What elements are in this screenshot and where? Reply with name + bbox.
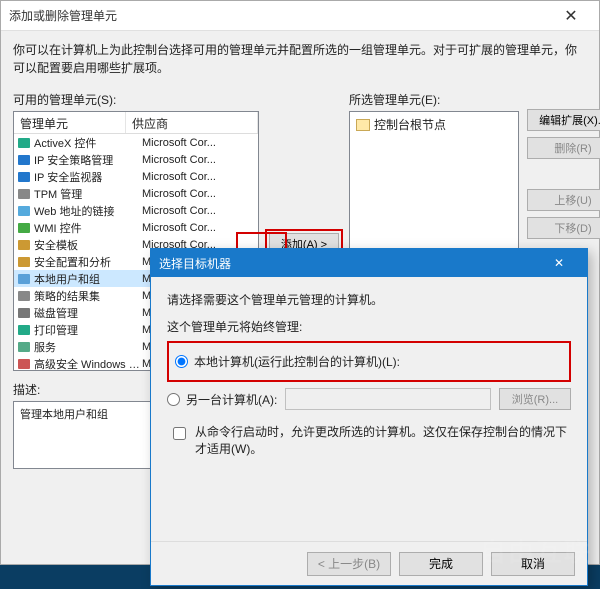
tree-root-item[interactable]: 控制台根节点 (356, 116, 512, 133)
back-button: < 上一步(B) (307, 552, 391, 576)
snapin-icon (16, 272, 32, 286)
snapin-icon (16, 136, 32, 150)
item-vendor: Microsoft Cor... (142, 222, 256, 234)
computer-path-input (285, 388, 491, 410)
child-close-button[interactable]: ✕ (539, 249, 579, 277)
finish-button[interactable]: 完成 (399, 552, 483, 576)
move-up-button[interactable]: 上移(U) (527, 189, 600, 211)
item-vendor: Microsoft Cor... (142, 205, 256, 217)
child-titlebar: 选择目标机器 ✕ (151, 249, 587, 277)
available-list-header: 管理单元 供应商 (14, 112, 258, 134)
snapin-icon (16, 289, 32, 303)
child-prompt: 请选择需要这个管理单元管理的计算机。 (167, 291, 571, 308)
main-description: 你可以在计算机上为此控制台选择可用的管理单元并配置所选的一组管理单元。对于可扩展… (13, 41, 587, 77)
folder-icon (356, 119, 370, 131)
another-computer-label: 另一台计算机(A): (186, 391, 277, 408)
item-name: 安全模板 (34, 237, 142, 253)
snapin-icon (16, 187, 32, 201)
main-title: 添加或删除管理单元 (9, 7, 551, 24)
item-vendor: Microsoft Cor... (142, 171, 256, 183)
local-computer-radio-row[interactable]: 本地计算机(运行此控制台的计算机)(L): (173, 349, 565, 374)
col-header-name[interactable]: 管理单元 (14, 112, 126, 133)
list-item[interactable]: ActiveX 控件Microsoft Cor... (14, 134, 258, 151)
snapin-icon (16, 357, 32, 371)
snapin-icon (16, 340, 32, 354)
item-vendor: Microsoft Cor... (142, 154, 256, 166)
browse-button: 浏览(R)... (499, 388, 571, 410)
item-name: ActiveX 控件 (34, 135, 142, 151)
another-computer-radio[interactable] (167, 393, 180, 406)
manage-group-label: 这个管理单元将始终管理: (167, 318, 571, 335)
snapin-icon (16, 204, 32, 218)
item-name: Web 地址的链接 (34, 203, 142, 219)
item-name: 本地用户和组 (34, 271, 142, 287)
item-name: TPM 管理 (34, 186, 142, 202)
item-name: IP 安全策略管理 (34, 152, 142, 168)
item-name: 安全配置和分析 (34, 254, 142, 270)
list-item[interactable]: IP 安全监视器Microsoft Cor... (14, 168, 258, 185)
list-item[interactable]: WMI 控件Microsoft Cor... (14, 219, 258, 236)
snapin-icon (16, 221, 32, 235)
allow-change-checkbox-row[interactable]: 从命令行启动时，允许更改所选的计算机。这仅在保存控制台的情况下才适用(W)。 (167, 420, 571, 462)
local-radio-highlight: 本地计算机(运行此控制台的计算机)(L): (167, 341, 571, 382)
move-down-button[interactable]: 下移(D) (527, 217, 600, 239)
item-name: WMI 控件 (34, 220, 142, 236)
item-name: IP 安全监视器 (34, 169, 142, 185)
another-computer-radio-row[interactable]: 另一台计算机(A): (167, 391, 277, 408)
snapin-icon (16, 255, 32, 269)
item-name: 打印管理 (34, 322, 142, 338)
item-name: 磁盘管理 (34, 305, 142, 321)
child-footer: < 上一步(B) 完成 取消 (151, 541, 587, 585)
item-name: 高级安全 Windows 防... (34, 356, 142, 371)
item-name: 服务 (34, 339, 142, 355)
main-titlebar: 添加或删除管理单元 ✕ (1, 1, 599, 31)
main-close-button[interactable]: ✕ (551, 1, 591, 31)
allow-change-label: 从命令行启动时，允许更改所选的计算机。这仅在保存控制台的情况下才适用(W)。 (195, 424, 569, 458)
snapin-icon (16, 306, 32, 320)
snapin-icon (16, 238, 32, 252)
available-label: 可用的管理单元(S): (13, 91, 259, 108)
list-item[interactable]: IP 安全策略管理Microsoft Cor... (14, 151, 258, 168)
select-target-dialog: 选择目标机器 ✕ 请选择需要这个管理单元管理的计算机。 这个管理单元将始终管理:… (150, 248, 588, 586)
snapin-icon (16, 170, 32, 184)
selected-label: 所选管理单元(E): (349, 91, 519, 108)
cancel-button[interactable]: 取消 (491, 552, 575, 576)
local-computer-radio[interactable] (175, 355, 188, 368)
list-item[interactable]: Web 地址的链接Microsoft Cor... (14, 202, 258, 219)
tree-root-label: 控制台根节点 (374, 116, 446, 133)
item-vendor: Microsoft Cor... (142, 188, 256, 200)
snapin-icon (16, 323, 32, 337)
col-header-vendor[interactable]: 供应商 (126, 112, 258, 133)
list-item[interactable]: TPM 管理Microsoft Cor... (14, 185, 258, 202)
child-title: 选择目标机器 (159, 255, 539, 272)
item-name: 策略的结果集 (34, 288, 142, 304)
allow-change-checkbox[interactable] (173, 427, 186, 440)
edit-extensions-button[interactable]: 编辑扩展(X)... (527, 109, 600, 131)
item-vendor: Microsoft Cor... (142, 137, 256, 149)
snapin-icon (16, 153, 32, 167)
remove-button[interactable]: 删除(R) (527, 137, 600, 159)
local-computer-label: 本地计算机(运行此控制台的计算机)(L): (194, 353, 400, 370)
